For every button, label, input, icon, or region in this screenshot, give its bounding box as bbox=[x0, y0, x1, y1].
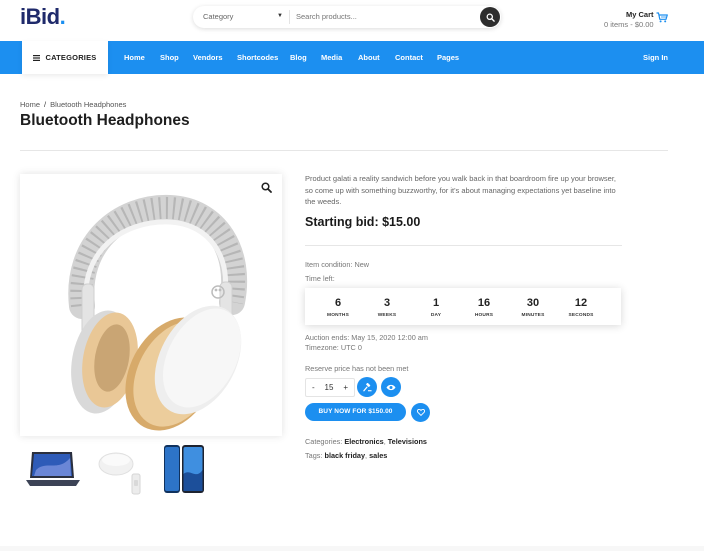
countdown-value: 30 bbox=[526, 297, 540, 309]
countdown-value: 3 bbox=[383, 297, 391, 309]
categories-button[interactable]: CATEGORIES bbox=[22, 41, 108, 74]
cart-title[interactable]: My Cart bbox=[626, 10, 654, 19]
search-icon bbox=[486, 13, 495, 22]
countdown-timer: 6 MONTHS 3 WEEKS 1 DAY 16 HOURS 30 MINUTES 12… bbox=[305, 288, 621, 325]
countdown-weeks: 3 WEEKS bbox=[361, 288, 413, 325]
starting-bid: Starting bid: $15.00 bbox=[305, 215, 421, 229]
category-link-televisions[interactable]: Televisions bbox=[388, 437, 427, 446]
countdown-value: 1 bbox=[432, 297, 440, 309]
reserve-status: Reserve price has not been met bbox=[305, 364, 409, 373]
breadcrumb-home[interactable]: Home bbox=[20, 100, 40, 109]
chevron-down-icon: ▼ bbox=[277, 13, 283, 19]
search-input[interactable] bbox=[296, 6, 476, 28]
breadcrumb-current: Bluetooth Headphones bbox=[50, 100, 127, 109]
categories-meta-label: Categories: bbox=[305, 437, 343, 446]
main-navbar: CATEGORIES Home Shop Vendors Shortcodes … bbox=[0, 41, 704, 74]
gavel-icon bbox=[362, 382, 372, 391]
nav-item-pages[interactable]: Pages bbox=[437, 41, 459, 74]
buy-now-button[interactable]: BUY NOW FOR $150.00 bbox=[305, 403, 406, 421]
countdown-hours: 16 HOURS bbox=[458, 288, 510, 325]
cart-summary[interactable]: 0 items - $0.00 bbox=[604, 20, 654, 29]
auction-ends: Auction ends: May 15, 2020 12:00 am bbox=[305, 333, 428, 342]
countdown-value: 12 bbox=[574, 297, 588, 309]
item-condition: Item condition: New bbox=[305, 260, 370, 269]
divider bbox=[20, 150, 668, 151]
category-link-electronics[interactable]: Electronics bbox=[344, 437, 383, 446]
list-separator: , bbox=[383, 437, 386, 446]
time-left-label: Time left: bbox=[305, 274, 335, 283]
countdown-day: 1 DAY bbox=[410, 288, 462, 325]
search-bar: Category ▼ bbox=[193, 6, 501, 28]
quantity-decrement[interactable]: - bbox=[312, 383, 315, 392]
tags-meta-label: Tags: bbox=[305, 451, 323, 460]
nav-item-shop[interactable]: Shop bbox=[160, 41, 179, 74]
countdown-value: 6 bbox=[334, 297, 342, 309]
thumbnail-laptop[interactable] bbox=[22, 444, 84, 496]
hamburger-icon bbox=[33, 54, 41, 61]
place-bid-button[interactable] bbox=[357, 377, 377, 397]
heart-icon bbox=[416, 409, 425, 416]
site-logo[interactable]: iBid. bbox=[20, 4, 66, 30]
thumbnail-speaker[interactable] bbox=[94, 444, 156, 496]
nav-item-home[interactable]: Home bbox=[124, 41, 145, 74]
nav-item-vendors[interactable]: Vendors bbox=[193, 41, 223, 74]
nav-item-media[interactable]: Media bbox=[321, 41, 342, 74]
product-categories: Categories: Electronics, Televisions bbox=[305, 437, 427, 446]
nav-item-shortcodes[interactable]: Shortcodes bbox=[237, 41, 278, 74]
tag-link-black-friday[interactable]: black friday bbox=[324, 451, 365, 460]
categories-label: CATEGORIES bbox=[45, 53, 97, 62]
divider bbox=[305, 245, 622, 246]
countdown-seconds: 12 SECONDS bbox=[555, 288, 607, 325]
logo-dot: . bbox=[59, 4, 66, 29]
quantity-stepper: - 15 + bbox=[305, 378, 355, 397]
page-footer-edge bbox=[0, 546, 704, 551]
nav-item-contact[interactable]: Contact bbox=[395, 41, 423, 74]
logo-text: iBid bbox=[20, 4, 60, 29]
breadcrumb: Home / Bluetooth Headphones bbox=[20, 100, 126, 109]
breadcrumb-separator: / bbox=[44, 100, 47, 109]
wishlist-button[interactable] bbox=[411, 403, 430, 422]
search-divider bbox=[289, 10, 290, 24]
countdown-months: 6 MONTHS bbox=[312, 288, 364, 325]
tag-link-sales[interactable]: sales bbox=[369, 451, 387, 460]
countdown-value: 16 bbox=[477, 297, 491, 309]
timezone: Timezone: UTC 0 bbox=[305, 343, 362, 352]
countdown-minutes: 30 MINUTES bbox=[507, 288, 559, 325]
eye-icon bbox=[386, 384, 396, 390]
sign-in-link[interactable]: Sign In bbox=[643, 41, 668, 74]
quantity-increment[interactable]: + bbox=[343, 383, 348, 392]
watch-button[interactable] bbox=[381, 377, 401, 397]
product-main-image[interactable] bbox=[20, 174, 282, 436]
quantity-value[interactable]: 15 bbox=[325, 383, 334, 392]
product-description: Product galati a reality sandwich before… bbox=[305, 174, 616, 206]
countdown-unit: MINUTES bbox=[521, 313, 545, 318]
page-title: Bluetooth Headphones bbox=[20, 112, 190, 129]
countdown-unit: HOURS bbox=[474, 313, 494, 318]
thumbnail-phone[interactable] bbox=[152, 444, 214, 496]
nav-item-blog[interactable]: Blog bbox=[290, 41, 307, 74]
nav-item-about[interactable]: About bbox=[358, 41, 380, 74]
countdown-unit: SECONDS bbox=[568, 313, 594, 318]
cart-icon[interactable] bbox=[656, 12, 668, 23]
countdown-unit: MONTHS bbox=[327, 313, 349, 318]
countdown-unit: WEEKS bbox=[377, 313, 397, 318]
product-tags: Tags: black friday, sales bbox=[305, 451, 387, 460]
headphones-image bbox=[68, 194, 248, 431]
magnifier-icon[interactable] bbox=[261, 182, 272, 193]
countdown-unit: DAY bbox=[430, 313, 442, 318]
category-select[interactable]: Category bbox=[203, 6, 287, 28]
search-button[interactable] bbox=[480, 7, 500, 27]
list-separator: , bbox=[365, 451, 368, 460]
